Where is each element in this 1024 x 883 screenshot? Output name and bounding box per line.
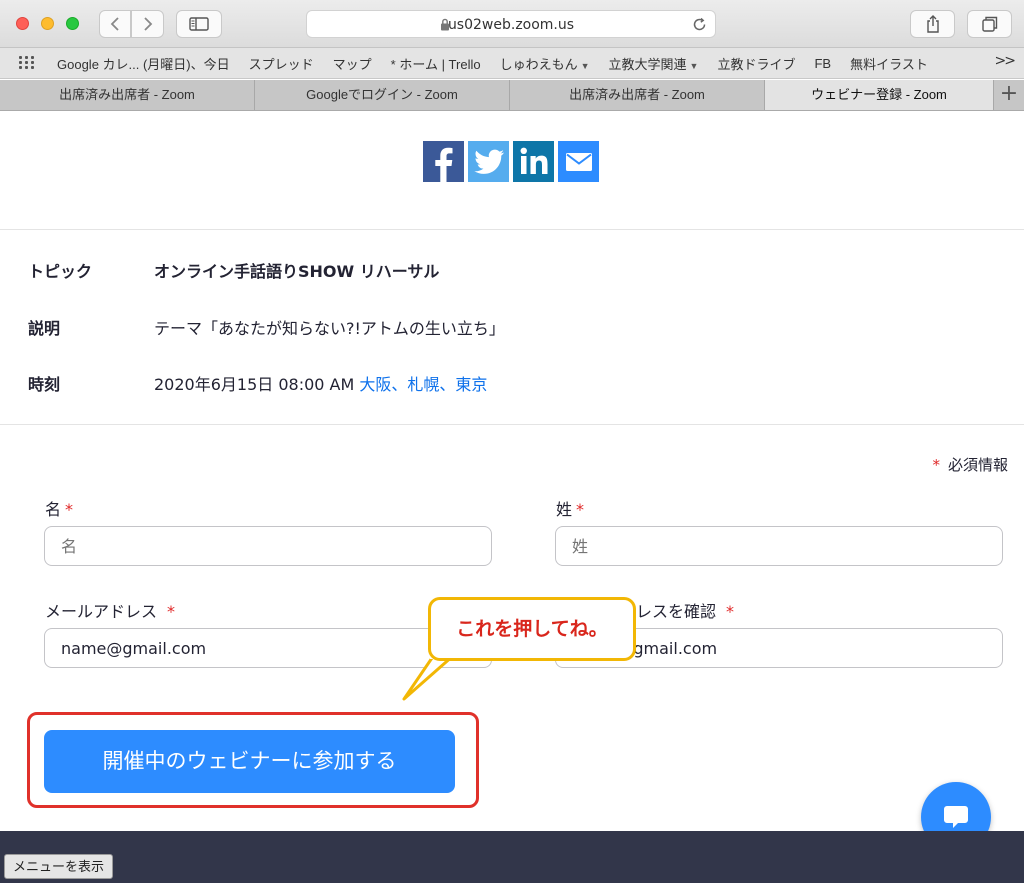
- back-button[interactable]: [99, 10, 131, 38]
- browser-tab[interactable]: ウェビナー登録 - Zoom: [765, 80, 994, 110]
- webinar-registration-page: トピック オンライン手話語りSHOW リハーサル 説明 テーマ「あなたが知らない…: [0, 111, 1024, 852]
- bookmark-label: FB: [814, 56, 832, 71]
- bookmark-item[interactable]: 立教大学関連 ▼: [609, 54, 699, 73]
- bookmark-label: 立教大学関連: [608, 57, 687, 72]
- chevron-left-icon: [110, 17, 119, 31]
- bookmarks-bar: Google カレ... (月曜日)、今日 スプレッド マップ * ホーム | Tre…: [0, 48, 1024, 79]
- divider: [0, 229, 1024, 230]
- required-star: *: [576, 500, 585, 519]
- linkedin-icon[interactable]: [513, 141, 554, 182]
- browser-tab[interactable]: 出席済み出席者 - Zoom: [510, 80, 765, 110]
- chevron-down-icon: ▼: [689, 61, 699, 71]
- tab-bar: + 出席済み出席者 - Zoom Googleでログイン - Zoom 出席済み出席…: [0, 80, 1024, 111]
- bookmark-item[interactable]: しゅわえもん ▼: [500, 54, 590, 73]
- first-name-input[interactable]: [44, 526, 492, 566]
- forward-button[interactable]: [131, 10, 164, 38]
- required-star: *: [932, 456, 940, 474]
- required-info-note: * 必須情報: [932, 454, 1008, 475]
- bookmark-label: 無料イラスト: [850, 57, 928, 72]
- bookmark-label: しゅわえもん: [499, 57, 578, 72]
- browser-titlebar: us02web.zoom.us: [0, 0, 1024, 48]
- sidebar-icon: [189, 17, 209, 31]
- close-window-button[interactable]: [16, 17, 29, 30]
- callout-bubble: これを押してね。: [428, 597, 636, 661]
- time-zone-link[interactable]: 大阪、札幌、東京: [359, 375, 487, 394]
- bookmark-item[interactable]: スプレッド: [249, 54, 314, 73]
- bookmark-label: Google カレ... (月曜日)、今日: [57, 57, 230, 72]
- topic-value: オンライン手話語りSHOW リハーサル: [154, 262, 440, 281]
- join-webinar-button[interactable]: 開催中のウェビナーに参加する: [44, 730, 455, 793]
- zoom-window-button[interactable]: [66, 17, 79, 30]
- browser-tab[interactable]: Googleでログイン - Zoom: [255, 80, 510, 110]
- email-label: メールアドレス *: [45, 598, 175, 622]
- required-star: *: [167, 602, 176, 621]
- facebook-icon[interactable]: [423, 141, 464, 182]
- new-tab-button[interactable]: +: [994, 80, 1024, 110]
- last-name-label: 姓 *: [556, 496, 584, 520]
- bookmark-label: スプレッド: [248, 57, 314, 72]
- time-value: 2020年6月15日 08:00 AM 大阪、札幌、東京: [154, 371, 487, 395]
- confirm-email-label: ドレスを確認 *: [620, 598, 734, 622]
- bookmark-label: 立教ドライブ: [717, 57, 796, 72]
- address-bar[interactable]: us02web.zoom.us: [306, 10, 716, 38]
- email-icon[interactable]: [558, 141, 599, 182]
- chevron-right-icon: [143, 17, 152, 31]
- tabs-icon: [981, 16, 997, 32]
- required-star: *: [726, 602, 735, 621]
- chat-bubble-icon: [944, 806, 968, 828]
- first-name-label: 名 *: [45, 496, 73, 520]
- show-menu-button[interactable]: メニューを表示: [4, 854, 114, 879]
- bookmarks-overflow-button[interactable]: >>: [995, 53, 1017, 69]
- description-value: テーマ「あなたが知らない?!アトムの生い立ち」: [154, 319, 505, 338]
- bookmark-label: マップ: [332, 57, 372, 72]
- twitter-icon[interactable]: [468, 141, 509, 182]
- sidebar-toggle-button[interactable]: [176, 10, 222, 38]
- bookmark-item[interactable]: Google カレ... (月曜日)、今日: [57, 54, 230, 73]
- description-label: 説明: [28, 319, 61, 338]
- tab-overview-button[interactable]: [967, 10, 1012, 38]
- time-datetime: 2020年6月15日 08:00 AM: [154, 375, 355, 394]
- chevron-down-icon: ▼: [580, 61, 590, 71]
- bookmark-item[interactable]: マップ: [333, 54, 372, 73]
- divider: [0, 424, 1024, 425]
- bookmark-item[interactable]: * ホーム | Trello: [391, 54, 481, 73]
- bookmark-item[interactable]: 立教ドライブ: [717, 54, 795, 73]
- url-text: us02web.zoom.us: [447, 17, 575, 33]
- bookmark-list: Google カレ... (月曜日)、今日 スプレッド マップ * ホーム | Tre…: [57, 48, 947, 79]
- reload-icon[interactable]: [692, 17, 707, 32]
- bookmark-item[interactable]: 無料イラスト: [850, 54, 928, 73]
- share-button[interactable]: [910, 10, 955, 38]
- required-star: *: [65, 500, 74, 519]
- grid-icon[interactable]: [19, 56, 35, 70]
- callout-text: これを押してね。: [456, 618, 608, 640]
- browser-tab[interactable]: 出席済み出席者 - Zoom: [0, 80, 255, 110]
- first-name-label-text: 名: [45, 500, 62, 519]
- share-icons: [423, 141, 599, 182]
- time-label: 時刻: [28, 375, 61, 394]
- page-footer: メニューを表示: [0, 831, 1024, 883]
- share-icon: [926, 15, 939, 33]
- email-label-text: メールアドレス: [45, 602, 158, 621]
- bookmark-item[interactable]: FB: [814, 56, 831, 71]
- last-name-input[interactable]: [555, 526, 1003, 566]
- bookmark-label: * ホーム | Trello: [390, 57, 481, 72]
- last-name-label-text: 姓: [556, 500, 573, 519]
- topic-label: トピック: [28, 262, 93, 281]
- callout-tail: [402, 655, 458, 701]
- minimize-window-button[interactable]: [41, 17, 54, 30]
- required-note-text: 必須情報: [947, 456, 1008, 474]
